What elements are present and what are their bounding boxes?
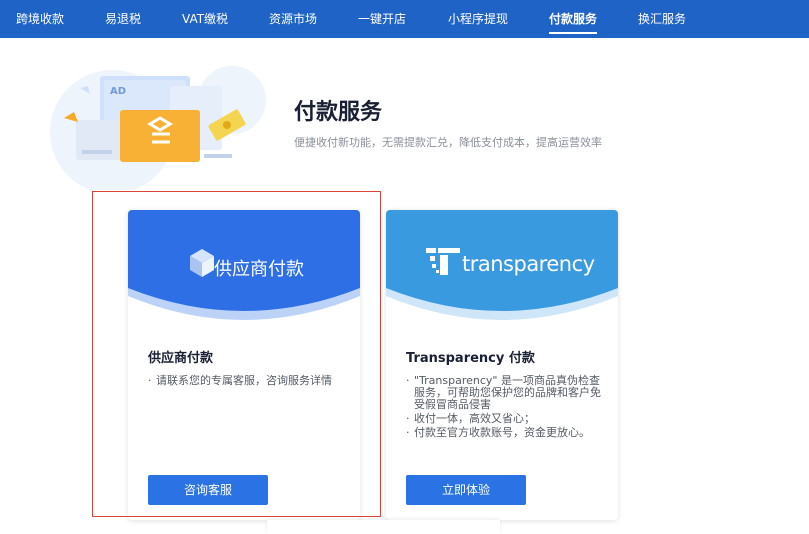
top-navigation: 跨境收款 易退税 VAT缴税 资源市场 一键开店 小程序提现 付款服务 换汇服务 — [0, 0, 809, 38]
nav-item-label: 付款服务 — [549, 12, 598, 26]
page-title: 付款服务 — [294, 100, 383, 125]
contact-support-button[interactable]: 咨询客服 — [148, 475, 268, 505]
card-description: 请联系您的专属客服，咨询服务详情 — [148, 375, 344, 389]
card-description: "Transparency" 是一项商品真伪检查服务，可帮助您保护您的品牌和客户… — [406, 375, 602, 441]
list-item: 付款至官方收款账号，资金更放心。 — [406, 427, 602, 440]
nav-item-label: 跨境收款 — [16, 12, 65, 26]
payment-cards-illustration: AD — [50, 66, 266, 190]
active-tab-indicator — [549, 32, 598, 34]
nav-item-vat[interactable]: VAT缴税 — [182, 0, 228, 38]
nav-item-open-store[interactable]: 一键开店 — [358, 0, 406, 38]
nav-item-label: VAT缴税 — [182, 12, 229, 26]
next-card-edge — [267, 520, 500, 534]
nav-item-label: 换汇服务 — [638, 12, 687, 26]
nav-item-label: 资源市场 — [269, 12, 318, 26]
nav-item-resource-market[interactable]: 资源市场 — [269, 0, 317, 38]
nav-item-payment-service[interactable]: 付款服务 — [549, 0, 598, 38]
card-title: Transparency 付款 — [406, 351, 535, 366]
card-title: 供应商付款 — [148, 351, 214, 366]
nav-item-exchange-service[interactable]: 换汇服务 — [638, 0, 686, 38]
nav-item-mini-program-withdraw[interactable]: 小程序提现 — [448, 0, 508, 38]
try-now-button[interactable]: 立即体验 — [406, 475, 526, 505]
nav-item-label: 小程序提现 — [448, 12, 509, 26]
banner-title: 供应商付款 — [214, 259, 304, 280]
transparency-payment-card: transparency Transparency 付款 "Transparen… — [386, 210, 618, 520]
list-item: "Transparency" 是一项商品真伪检查服务，可帮助您保护您的品牌和客户… — [406, 375, 602, 411]
list-item: 收付一体，高效又省心； — [406, 413, 602, 426]
nav-item-cross-border-collection[interactable]: 跨境收款 — [16, 0, 64, 38]
supplier-payment-card: 供应商付款 供应商付款 请联系您的专属客服，咨询服务详情 咨询客服 — [128, 210, 360, 520]
ad-label: AD — [110, 86, 126, 97]
list-item: 请联系您的专属客服，咨询服务详情 — [148, 375, 344, 388]
page-subtitle: 便捷收付新功能，无需提款汇兑，降低支付成本，提高运营效率 — [294, 136, 602, 149]
banner-title: transparency — [462, 252, 595, 276]
nav-item-label: 一键开店 — [358, 12, 407, 26]
nav-item-tax-refund[interactable]: 易退税 — [105, 0, 141, 38]
nav-item-label: 易退税 — [105, 12, 142, 26]
